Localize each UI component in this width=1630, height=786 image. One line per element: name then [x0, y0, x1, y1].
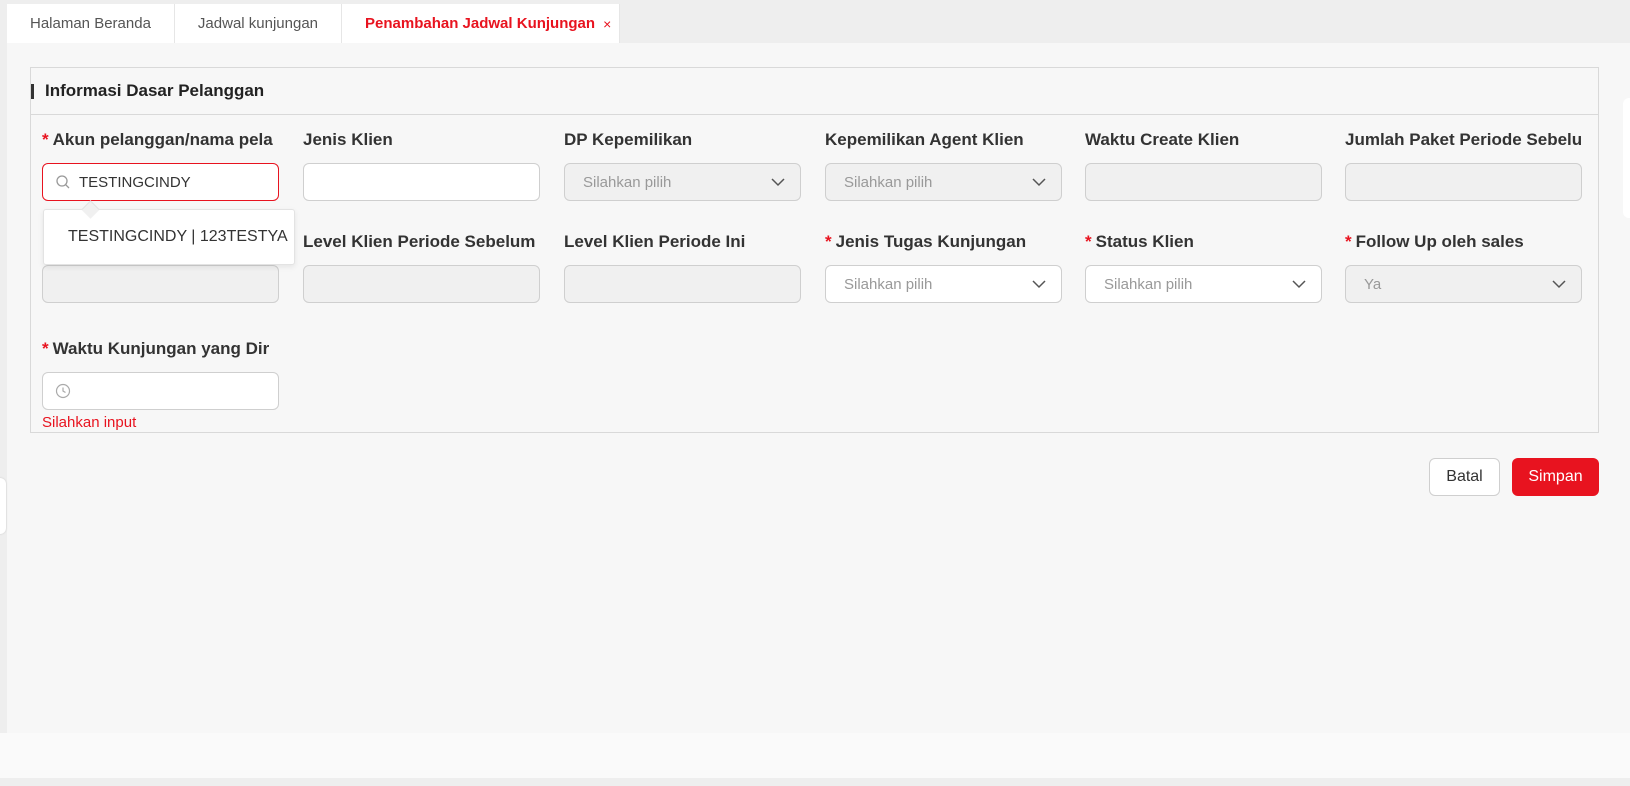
follow-up-label: Follow Up oleh sales: [1355, 232, 1524, 251]
visit-task-type-label: Jenis Tugas Kunjungan: [835, 232, 1027, 251]
previous-level-label: Level Klien Periode Sebelum: [303, 232, 536, 251]
follow-up-value: Ya: [1364, 275, 1382, 293]
visit-task-type-select[interactable]: Silahkan pilih: [825, 265, 1062, 303]
field-visit-time: * Waktu Kunjungan yang Dir Silahkan input: [42, 338, 279, 431]
visit-time-error: Silahkan input: [42, 414, 137, 431]
field-client-type: Jenis Klien: [303, 129, 540, 201]
tab-bar: Halaman Beranda Jadwal kunjungan Penamba…: [7, 4, 621, 43]
tab-visit-schedule[interactable]: Jadwal kunjungan: [174, 4, 343, 43]
customer-account-label: Akun pelanggan/nama pela: [52, 130, 273, 149]
agent-ownership-label: Kepemilikan Agent Klien: [825, 130, 1024, 149]
field-follow-up: * Follow Up oleh sales Ya: [1345, 231, 1582, 303]
dp-ownership-select[interactable]: Silahkan pilih: [564, 163, 801, 201]
chevron-down-icon: [1552, 280, 1566, 289]
tab-add-visit-schedule[interactable]: Penambahan Jadwal Kunjungan ×: [342, 4, 621, 43]
agent-ownership-select[interactable]: Silahkan pilih: [825, 163, 1062, 201]
save-button[interactable]: Simpan: [1512, 458, 1599, 496]
row2-first-input[interactable]: [42, 265, 279, 303]
client-type-input[interactable]: [303, 163, 540, 201]
chevron-down-icon: [771, 178, 785, 187]
field-dp-ownership: DP Kepemilikan Silahkan pilih: [564, 129, 801, 201]
client-status-placeholder: Silahkan pilih: [1104, 275, 1193, 293]
follow-up-select[interactable]: Ya: [1345, 265, 1582, 303]
bottom-strip: [0, 733, 1630, 778]
search-icon: [56, 175, 70, 189]
client-create-time-input[interactable]: [1085, 163, 1322, 201]
agent-ownership-placeholder: Silahkan pilih: [844, 173, 933, 191]
client-status-label: Status Klien: [1095, 232, 1194, 251]
field-customer-account: * Akun pelanggan/nama pela TESTINGCINDY: [42, 129, 279, 201]
tab-home-label: Halaman Beranda: [30, 15, 151, 32]
visit-task-type-placeholder: Silahkan pilih: [844, 275, 933, 293]
left-collapse-handle[interactable]: [0, 478, 6, 534]
previous-package-count-input[interactable]: [1345, 163, 1582, 201]
tab-home[interactable]: Halaman Beranda: [7, 4, 175, 43]
section-title: Informasi Dasar Pelanggan: [31, 68, 1598, 115]
visit-time-label: Waktu Kunjungan yang Dir: [52, 339, 270, 358]
tab-visit-schedule-label: Jadwal kunjungan: [197, 15, 319, 32]
client-type-label: Jenis Klien: [303, 130, 393, 149]
customer-account-input[interactable]: TESTINGCINDY: [42, 163, 279, 201]
chevron-down-icon: [1292, 280, 1306, 289]
previous-level-input[interactable]: [303, 265, 540, 303]
right-collapse-handle[interactable]: [1623, 98, 1630, 218]
field-client-create-time: Waktu Create Klien: [1085, 129, 1322, 201]
dp-ownership-placeholder: Silahkan pilih: [583, 173, 672, 191]
dp-ownership-label: DP Kepemilikan: [564, 130, 693, 149]
client-create-time-label: Waktu Create Klien: [1085, 130, 1240, 149]
chevron-down-icon: [1032, 178, 1046, 187]
field-previous-package-count: Jumlah Paket Periode Sebelu: [1345, 129, 1582, 201]
field-previous-level: Level Klien Periode Sebelum: [303, 231, 540, 303]
current-level-input[interactable]: [564, 265, 801, 303]
clock-icon: [55, 383, 71, 399]
customer-account-value: TESTINGCINDY: [79, 173, 191, 191]
field-visit-task-type: * Jenis Tugas Kunjungan Silahkan pilih: [825, 231, 1062, 303]
visit-time-input[interactable]: [42, 372, 279, 410]
current-level-label: Level Klien Periode Ini: [564, 232, 746, 251]
cancel-button[interactable]: Batal: [1429, 458, 1500, 496]
customer-account-option[interactable]: TESTINGCINDY | 123TESTYA: [43, 209, 295, 265]
previous-package-count-label: Jumlah Paket Periode Sebelu: [1345, 130, 1582, 149]
client-status-select[interactable]: Silahkan pilih: [1085, 265, 1322, 303]
field-agent-ownership: Kepemilikan Agent Klien Silahkan pilih: [825, 129, 1062, 201]
field-client-status: * Status Klien Silahkan pilih: [1085, 231, 1322, 303]
field-current-level: Level Klien Periode Ini: [564, 231, 801, 303]
tab-add-visit-schedule-label: Penambahan Jadwal Kunjungan: [365, 15, 596, 32]
close-icon[interactable]: ×: [603, 16, 611, 32]
chevron-down-icon: [1032, 280, 1046, 289]
